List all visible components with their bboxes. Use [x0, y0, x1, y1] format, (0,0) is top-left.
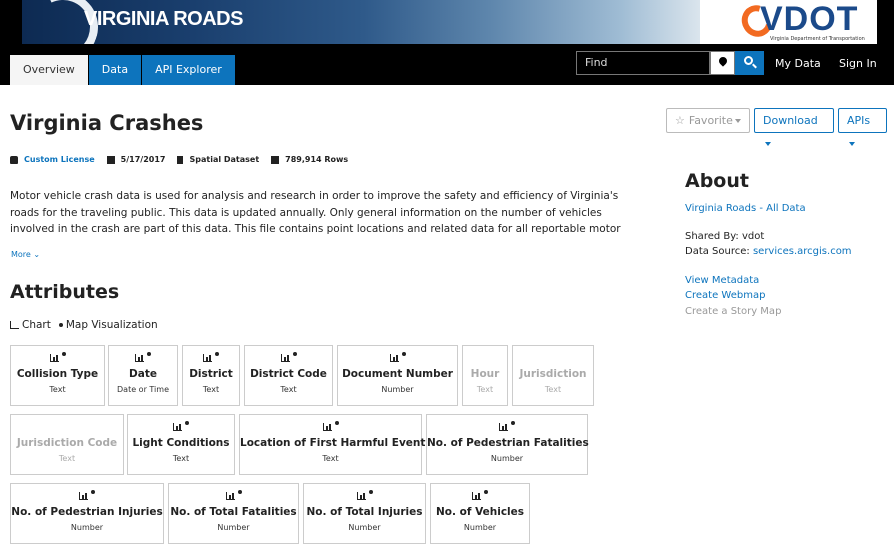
license-link[interactable]: Custom License — [24, 155, 95, 164]
vdot-logo-text: VDOT — [760, 0, 859, 38]
chart-legend: Chart Map Visualization — [10, 319, 158, 331]
tab-api-explorer[interactable]: API Explorer — [142, 55, 235, 85]
attributes-heading: Attributes — [10, 281, 120, 303]
map-dot-icon — [185, 421, 189, 425]
attribute-card[interactable]: Document Number Number — [337, 345, 458, 406]
attribute-card[interactable]: Hour Text — [462, 345, 508, 406]
location-button[interactable] — [710, 51, 735, 75]
tab-data[interactable]: Data — [88, 55, 142, 85]
map-dot-icon — [91, 490, 95, 494]
sign-in-link[interactable]: Sign In — [839, 57, 877, 70]
caret-down-icon — [765, 142, 771, 146]
map-dot-icon — [147, 352, 151, 356]
data-source-link[interactable]: services.arcgis.com — [753, 246, 852, 257]
bar-chart-icon — [49, 354, 59, 362]
group-link[interactable]: Virginia Roads - All Data — [685, 203, 806, 214]
chart-label: Chart — [22, 319, 51, 331]
caret-down-icon — [734, 119, 741, 123]
chevron-down-icon: ⌄ — [33, 250, 41, 259]
row-count: 789,914 Rows — [285, 155, 349, 164]
table-icon — [271, 155, 280, 164]
map-pin-icon — [717, 55, 729, 67]
map-dot-icon — [484, 490, 488, 494]
bar-chart-icon — [173, 423, 182, 431]
map-dot-icon — [368, 490, 373, 494]
map-dot-icon — [334, 421, 339, 425]
search-button[interactable] — [735, 51, 764, 75]
favorite-button[interactable]: ☆ Favorite — [666, 108, 750, 133]
attribute-card[interactable]: Date Date or Time — [108, 345, 178, 406]
attribute-card[interactable]: District Code Text — [244, 345, 333, 406]
attribute-card[interactable]: Collision Type Text — [10, 345, 105, 406]
bar-chart-icon — [10, 321, 19, 329]
map-dot-icon — [215, 352, 219, 356]
create-story-map-link[interactable]: Create a Story Map — [685, 306, 781, 317]
map-dot-icon — [401, 352, 406, 356]
vdot-logo: VDOT Virginia Department of Transportati… — [700, 0, 877, 44]
shared-by: Shared By: vdot — [685, 231, 765, 242]
attribute-card[interactable]: No. of Pedestrian Injuries Number — [10, 483, 164, 544]
virginia-roads-banner[interactable]: VIRGINIA ROADS VDOT Virginia Department … — [22, 0, 877, 44]
tab-overview[interactable]: Overview — [10, 55, 88, 85]
bar-chart-icon — [356, 492, 366, 500]
banner-brand: VIRGINIA ROADS — [84, 8, 243, 30]
star-icon: ☆ — [675, 114, 685, 127]
attribute-card[interactable]: Location of First Harmful Event Text — [239, 414, 425, 475]
page-title: Virginia Crashes — [10, 111, 204, 135]
attribute-card[interactable]: Jurisdiction Text — [512, 345, 594, 406]
map-dot-icon — [237, 490, 242, 494]
dataset-type: Spatial Dataset — [189, 155, 260, 164]
map-dot-icon — [58, 323, 63, 327]
dataset-meta: Custom License 5/17/2017 Spatial Dataset… — [10, 155, 360, 164]
bar-chart-icon — [389, 354, 399, 362]
dataset-description: Motor vehicle crash data is used for ana… — [10, 190, 621, 235]
bar-chart-icon — [322, 423, 332, 431]
calendar-icon — [106, 155, 115, 164]
attribute-card[interactable]: No. of Total Injuries Number — [303, 483, 426, 544]
apis-button[interactable]: APIs — [838, 108, 887, 146]
attribute-card[interactable]: Light Conditions Text — [127, 414, 235, 475]
map-dot-icon — [292, 352, 297, 356]
more-link[interactable]: More ⌄ — [11, 250, 40, 259]
data-source: Data Source: services.arcgis.com — [685, 246, 852, 257]
caret-down-icon — [849, 142, 855, 146]
download-button[interactable]: Download — [754, 108, 834, 146]
attribute-card[interactable]: District Text — [182, 345, 240, 406]
bar-chart-icon — [499, 423, 508, 431]
my-data-link[interactable]: My Data — [775, 57, 821, 70]
bar-chart-icon — [79, 492, 88, 500]
search-input[interactable]: Find — [576, 51, 710, 75]
vdot-logo-sub: Virginia Department of Transportation — [770, 36, 865, 42]
page-tabs: Overview Data API Explorer — [10, 55, 236, 85]
bar-chart-icon — [203, 354, 212, 362]
map-visualization-label: Map Visualization — [65, 319, 158, 331]
dataset-date: 5/17/2017 — [120, 155, 166, 164]
top-bar: VIRGINIA ROADS VDOT Virginia Department … — [0, 0, 894, 85]
bar-chart-icon — [280, 354, 290, 362]
map-dot-icon — [511, 421, 515, 425]
bar-chart-icon — [472, 492, 481, 500]
create-webmap-link[interactable]: Create Webmap — [685, 290, 765, 301]
view-metadata-link[interactable]: View Metadata — [685, 275, 759, 286]
attribute-card[interactable]: No. of Vehicles Number — [430, 483, 530, 544]
attribute-card[interactable]: No. of Total Fatalities Number — [168, 483, 299, 544]
about-heading: About — [685, 170, 749, 192]
document-icon — [177, 155, 184, 164]
attribute-card[interactable]: No. of Pedestrian Fatalities Number — [426, 414, 589, 475]
map-dot-icon — [61, 352, 66, 356]
lock-icon — [10, 155, 18, 164]
attribute-card[interactable]: Jurisdiction Code Text — [10, 414, 124, 475]
bar-chart-icon — [225, 492, 235, 500]
bar-chart-icon — [135, 354, 144, 362]
